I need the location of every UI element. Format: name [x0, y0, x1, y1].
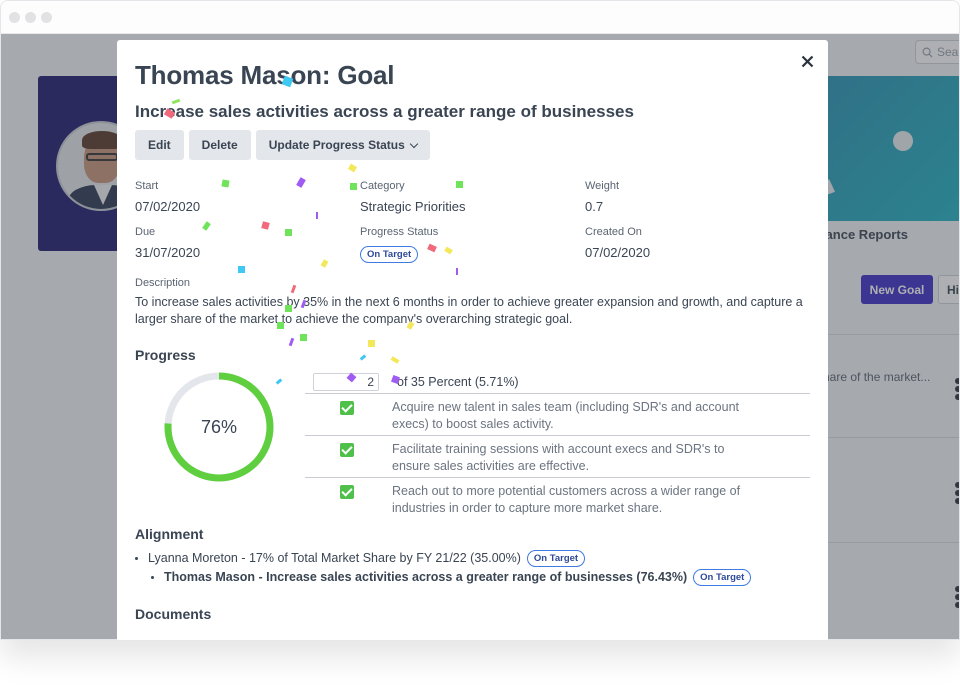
- window-close-dot[interactable]: [9, 11, 20, 23]
- edit-button-label: Edit: [148, 138, 171, 152]
- bullet-icon: [151, 575, 154, 579]
- category-field: Category Strategic Priorities: [360, 180, 585, 214]
- window-maximize-dot[interactable]: [41, 11, 52, 23]
- chevron-down-icon: [409, 139, 418, 148]
- task-text: Facilitate training sessions with accoun…: [392, 442, 725, 473]
- due-label: Due: [135, 226, 156, 238]
- alignment-list: Lyanna Moreton - 17% of Total Market Sha…: [135, 549, 810, 586]
- weight-label: Weight: [585, 180, 620, 192]
- task-text: Acquire new talent in sales team (includ…: [392, 400, 740, 431]
- alignment-item: Lyanna Moreton - 17% of Total Market Sha…: [135, 549, 810, 567]
- status-badge: On Target: [693, 568, 752, 586]
- alignment-item-text[interactable]: Lyanna Moreton - 17% of Total Market Sha…: [148, 551, 521, 565]
- description-text: To increase sales activities by 35% in t…: [135, 295, 803, 326]
- start-field: Start 07/02/2020: [135, 180, 360, 214]
- alignment-heading: Alignment: [135, 526, 204, 542]
- description-label: Description: [135, 277, 191, 289]
- weight-value: 0.7: [585, 199, 604, 214]
- window-minimize-dot[interactable]: [25, 11, 36, 23]
- due-value: 31/07/2020: [135, 245, 201, 260]
- category-value: Strategic Priorities: [360, 199, 466, 214]
- update-status-label: Update Progress Status: [268, 138, 405, 152]
- progress-status-label: Progress Status: [360, 226, 439, 238]
- modal-title: Thomas Mason: Goal: [135, 60, 395, 90]
- delete-button[interactable]: Delete: [188, 130, 251, 160]
- start-label: Start: [135, 180, 159, 192]
- browser-titlebar: [1, 1, 959, 34]
- task-text: Reach out to more potential customers ac…: [392, 484, 741, 515]
- progress-percent: 76%: [200, 416, 238, 437]
- edit-button[interactable]: Edit: [135, 130, 184, 160]
- goal-meta: Start 07/02/2020 Category Strategic Prio…: [135, 180, 810, 263]
- bullet-icon: [135, 556, 138, 560]
- status-badge: On Target: [526, 549, 586, 567]
- task-row: Facilitate training sessions with accoun…: [305, 435, 810, 477]
- task-checkbox[interactable]: [340, 443, 354, 457]
- documents-heading: Documents: [135, 606, 212, 622]
- progress-checklist: of 35 Percent (5.71%) Acquire new talent…: [305, 371, 810, 519]
- alignment-item-text: Thomas Mason - Increase sales activities…: [164, 570, 688, 584]
- delete-button-label: Delete: [201, 138, 238, 152]
- progress-status-field: Progress Status On Target: [360, 226, 585, 263]
- task-checkbox[interactable]: [340, 401, 354, 415]
- weight-field: Weight 0.7: [585, 180, 785, 214]
- task-row: Reach out to more potential customers ac…: [305, 477, 810, 519]
- progress-section: 76% of 35 Percent (5.71%) Acquire new ta…: [135, 363, 810, 518]
- update-progress-status-dropdown[interactable]: Update Progress Status: [255, 130, 430, 160]
- start-value: 07/02/2020: [135, 199, 201, 214]
- close-icon: [801, 55, 814, 68]
- progress-heading: Progress: [135, 347, 196, 363]
- progress-value-input[interactable]: [313, 373, 379, 391]
- action-toolbar: Edit Delete Update Progress Status: [135, 130, 810, 160]
- alignment-item: Thomas Mason - Increase sales activities…: [135, 568, 810, 586]
- goal-subtitle: Increase sales activities across a great…: [135, 102, 634, 121]
- created-on-value: 07/02/2020: [585, 245, 651, 260]
- due-field: Due 31/07/2020: [135, 226, 360, 263]
- created-on-label: Created On: [585, 226, 642, 238]
- task-row: Acquire new talent in sales team (includ…: [305, 393, 810, 435]
- category-label: Category: [360, 180, 405, 192]
- progress-of-text: of 35 Percent (5.71%): [397, 375, 519, 389]
- goal-modal: Thomas Mason: Goal Increase sales activi…: [117, 40, 828, 640]
- created-on-field: Created On 07/02/2020: [585, 226, 785, 263]
- task-checkbox[interactable]: [340, 485, 354, 499]
- close-button[interactable]: [801, 52, 814, 72]
- status-badge: On Target: [360, 246, 419, 263]
